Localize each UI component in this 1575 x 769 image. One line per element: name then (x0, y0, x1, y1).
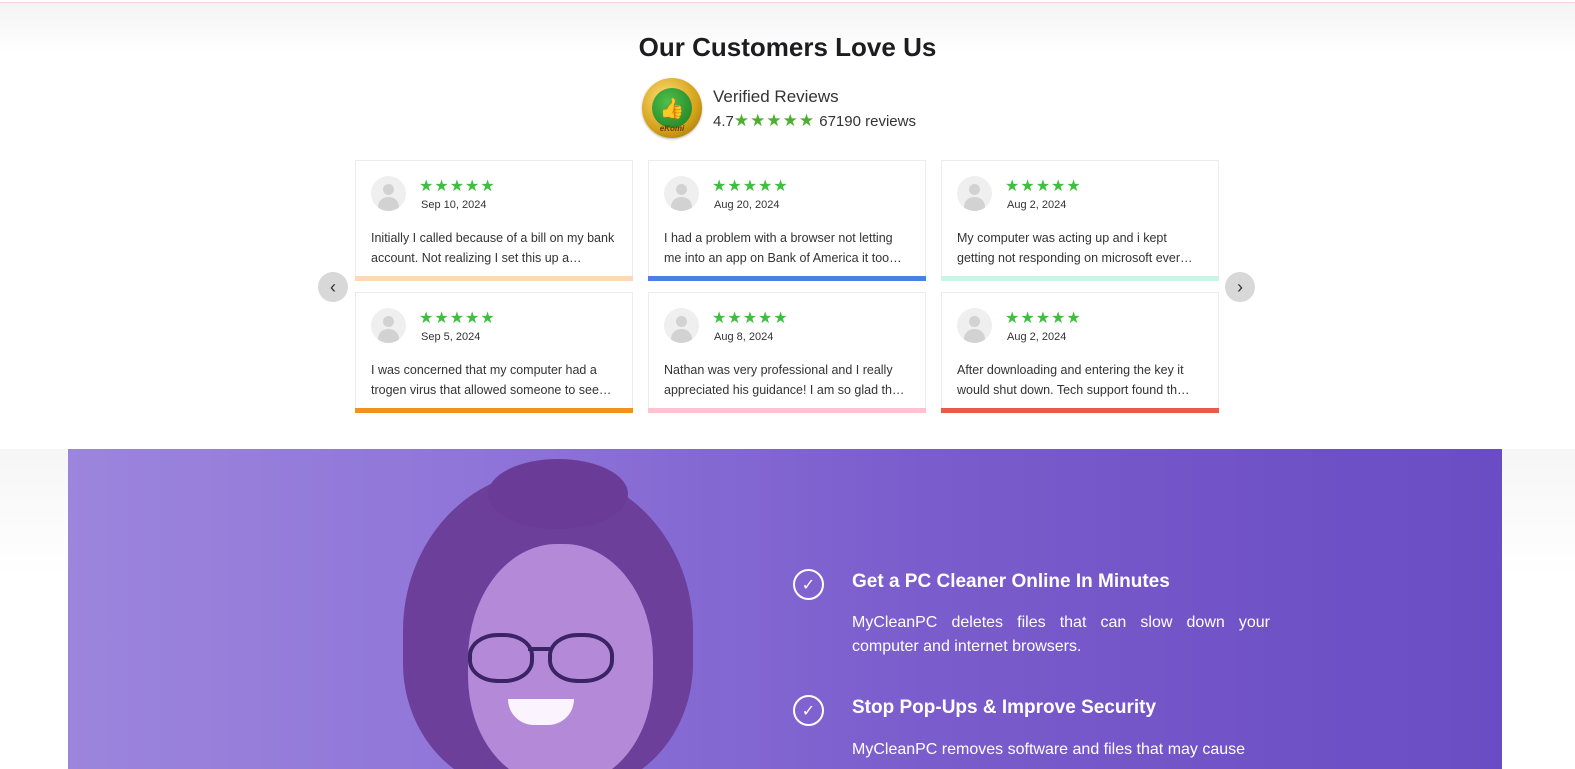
review-date: Aug 20, 2024 (714, 199, 780, 211)
review-accent-bar (355, 276, 633, 281)
feature-description: MyCleanPC removes software and files tha… (852, 741, 1246, 758)
review-card[interactable]: ★★★★★ Sep 10, 2024 Initially I called be… (355, 160, 633, 281)
verified-rating-line: 4.7★★★★★ 67190 reviews (713, 111, 916, 131)
badge-label: eKomi (659, 124, 685, 133)
review-accent-bar (648, 408, 926, 413)
review-text: Initially I called because of a bill on … (371, 231, 615, 265)
review-date: Sep 10, 2024 (421, 199, 487, 211)
review-text: My computer was acting up and i kept get… (957, 231, 1193, 265)
checkmark-circle-icon: ✓ (793, 569, 824, 600)
review-date: Aug 2, 2024 (1007, 331, 1067, 343)
review-text: I was concerned that my computer had a t… (371, 363, 612, 397)
section-title: Our Customers Love Us (638, 32, 937, 62)
review-count: 67190 reviews (819, 113, 916, 130)
review-accent-bar (355, 408, 633, 413)
review-accent-bar (648, 276, 926, 281)
review-text: Nathan was very professional and I reall… (664, 363, 905, 397)
review-accent-bar (941, 408, 1219, 413)
review-date: Aug 8, 2024 (714, 331, 774, 343)
carousel-prev-button[interactable]: ‹ (318, 272, 348, 302)
review-card[interactable]: ★★★★★ Sep 5, 2024 I was concerned that m… (355, 292, 633, 413)
review-stars: ★★★★★ (1005, 310, 1082, 327)
review-card[interactable]: ★★★★★ Aug 20, 2024 I had a problem with … (648, 160, 926, 281)
feature-description: MyCleanPC deletes files that can slow do… (852, 614, 1270, 655)
avatar (664, 176, 699, 211)
rating-value: 4.7 (713, 113, 734, 130)
chevron-left-icon: ‹ (330, 276, 336, 297)
avatar (371, 308, 406, 343)
review-stars: ★★★★★ (712, 310, 789, 327)
avatar (957, 176, 992, 211)
review-date: Sep 5, 2024 (421, 331, 481, 343)
feature-title: Stop Pop-Ups & Improve Security (852, 697, 1157, 718)
verified-reviews-title: Verified Reviews (713, 87, 839, 106)
review-stars: ★★★★★ (419, 310, 496, 327)
review-card[interactable]: ★★★★★ Aug 8, 2024 Nathan was very profes… (648, 292, 926, 413)
glasses-right-lens (548, 633, 614, 683)
avatar (957, 308, 992, 343)
thumbs-up-icon: 👍 (652, 88, 692, 128)
review-stars: ★★★★★ (1005, 178, 1082, 195)
avatar (371, 176, 406, 211)
promo-banner: ✓ Get a PC Cleaner Online In Minutes MyC… (68, 449, 1502, 769)
avatar (664, 308, 699, 343)
review-card[interactable]: ★★★★★ Aug 2, 2024 My computer was acting… (941, 160, 1219, 281)
review-date: Aug 2, 2024 (1007, 199, 1067, 211)
review-stars: ★★★★★ (712, 178, 789, 195)
rating-stars: ★★★★★ (733, 111, 816, 130)
review-stars: ★★★★★ (419, 178, 496, 195)
promo-right-margin (1502, 449, 1575, 769)
carousel-next-button[interactable]: › (1225, 272, 1255, 302)
review-text: After downloading and entering the key i… (957, 363, 1190, 397)
chevron-right-icon: › (1237, 276, 1243, 297)
glasses-left-lens (468, 633, 534, 683)
review-text: I had a problem with a browser not letti… (664, 231, 902, 265)
review-accent-bar (941, 276, 1219, 281)
review-card[interactable]: ★★★★★ Aug 2, 2024 After downloading and … (941, 292, 1219, 413)
feature-title: Get a PC Cleaner Online In Minutes (852, 571, 1170, 592)
promo-left-margin (0, 449, 68, 769)
checkmark-circle-icon: ✓ (793, 695, 824, 726)
glasses-bridge (528, 647, 550, 651)
woman-hair-bun (488, 459, 628, 529)
